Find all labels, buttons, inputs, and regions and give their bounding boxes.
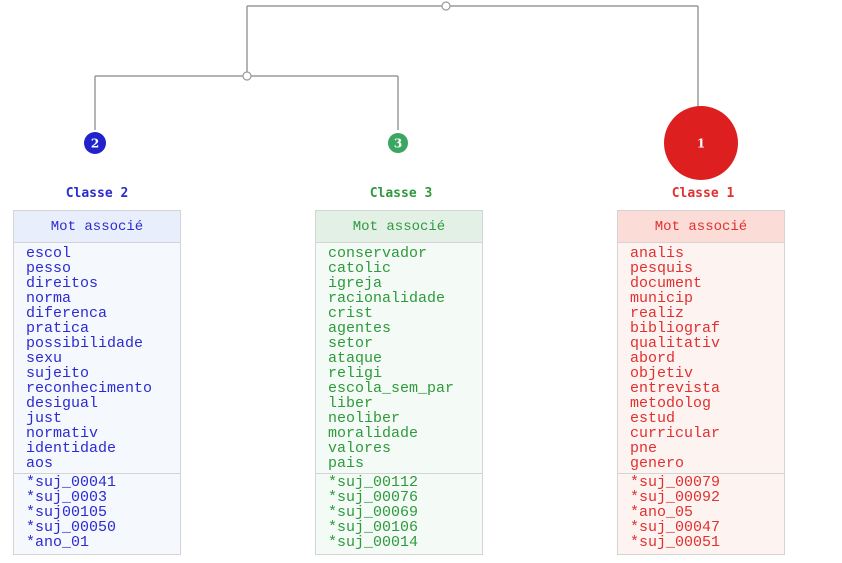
variable-item: *suj_0003 [26,489,108,506]
class-2-header: Mot associé [14,211,180,243]
dendrogram: 2 3 1 [84,1,738,180]
word-item: metodolog [630,395,712,412]
word-item: genero [630,455,685,472]
word-item: pesquis [630,260,694,277]
class-3-variable-list: *suj_00112 *suj_00076 *suj_00069 *suj_00… [316,474,482,550]
variable-item: *suj_00051 [630,534,721,551]
class-3-word-list: conservador catolic igreja racionalidade… [316,243,482,471]
word-item: escola_sem_par [328,380,455,397]
word-item: conservador [328,245,428,262]
variable-item: *suj00105 [26,504,108,521]
word-item: valores [328,440,392,457]
word-item: moralidade [328,425,419,442]
word-item: setor [328,335,374,352]
variable-item: *suj_00079 [630,474,721,491]
word-item: pesso [26,260,72,277]
class-2-title: Classe 2 [65,186,129,201]
word-item: just [26,410,63,427]
variable-item: *suj_00041 [26,474,117,491]
word-item: objetiv [630,365,694,382]
class-3-panel: Mot associé conservador catolic igreja r… [315,210,483,555]
word-item: reconhecimento [26,380,153,397]
word-item: normativ [26,425,99,442]
class-2-panel: Mot associé escol pesso direitos norma d… [13,210,181,555]
dendrogram-inner-node [242,71,252,81]
word-item: pais [328,455,365,472]
word-item: sujeito [26,365,90,382]
class-3-node-label: 3 [394,137,402,151]
word-item: agentes [328,320,392,337]
variable-item: *suj_00047 [630,519,721,536]
dendrogram-root-node [441,1,451,11]
variable-item: *ano_05 [630,504,694,521]
variable-item: *ano_01 [26,534,90,551]
word-item: catolic [328,260,392,277]
word-item: possibilidade [26,335,144,352]
variable-item: *suj_00076 [328,489,419,506]
word-item: diferenca [26,305,108,322]
word-item: abord [630,350,676,367]
class-2-word-list: escol pesso direitos norma diferenca pra… [14,243,180,471]
word-item: estud [630,410,676,427]
class-3-header: Mot associé [316,211,482,243]
word-item: identidade [26,440,117,457]
variable-item: *suj_00112 [328,474,419,491]
word-item: municip [630,290,694,307]
class-1-panel: Mot associé analis pesquis document muni… [617,210,785,555]
word-item: qualitativ [630,335,721,352]
class-1-word-list: analis pesquis document municip realiz b… [618,243,784,471]
word-item: pratica [26,320,90,337]
word-item: analis [630,245,685,262]
word-item: direitos [26,275,99,292]
word-item: racionalidade [328,290,446,307]
word-item: pne [630,440,658,457]
variable-item: *suj_00069 [328,504,419,521]
word-item: neoliber [328,410,401,427]
word-item: realiz [630,305,685,322]
class-2-node-label: 2 [91,137,99,151]
class-1-header: Mot associé [618,211,784,243]
word-item: ataque [328,350,383,367]
word-item: entrevista [630,380,721,397]
word-item: sexu [26,350,63,367]
word-item: curricular [630,425,721,442]
word-item: norma [26,290,72,307]
word-item: igreja [328,275,383,292]
word-item: aos [26,455,54,472]
class-1-node-label: 1 [697,137,705,151]
word-item: document [630,275,703,292]
variable-item: *suj_00106 [328,519,419,536]
word-item: desigual [26,395,99,412]
word-item: religi [328,365,383,382]
word-item: bibliograf [630,320,721,337]
word-item: escol [26,245,72,262]
class-3-title: Classe 3 [369,186,433,201]
class-1-variable-list: *suj_00079 *suj_00092 *ano_05 *suj_00047… [618,474,784,550]
variable-item: *suj_00092 [630,489,721,506]
class-1-title: Classe 1 [671,186,735,201]
word-item: liber [328,395,374,412]
variable-item: *suj_00050 [26,519,117,536]
word-item: crist [328,305,374,322]
variable-item: *suj_00014 [328,534,419,551]
class-2-variable-list: *suj_00041 *suj_0003 *suj00105 *suj_0005… [14,474,180,550]
